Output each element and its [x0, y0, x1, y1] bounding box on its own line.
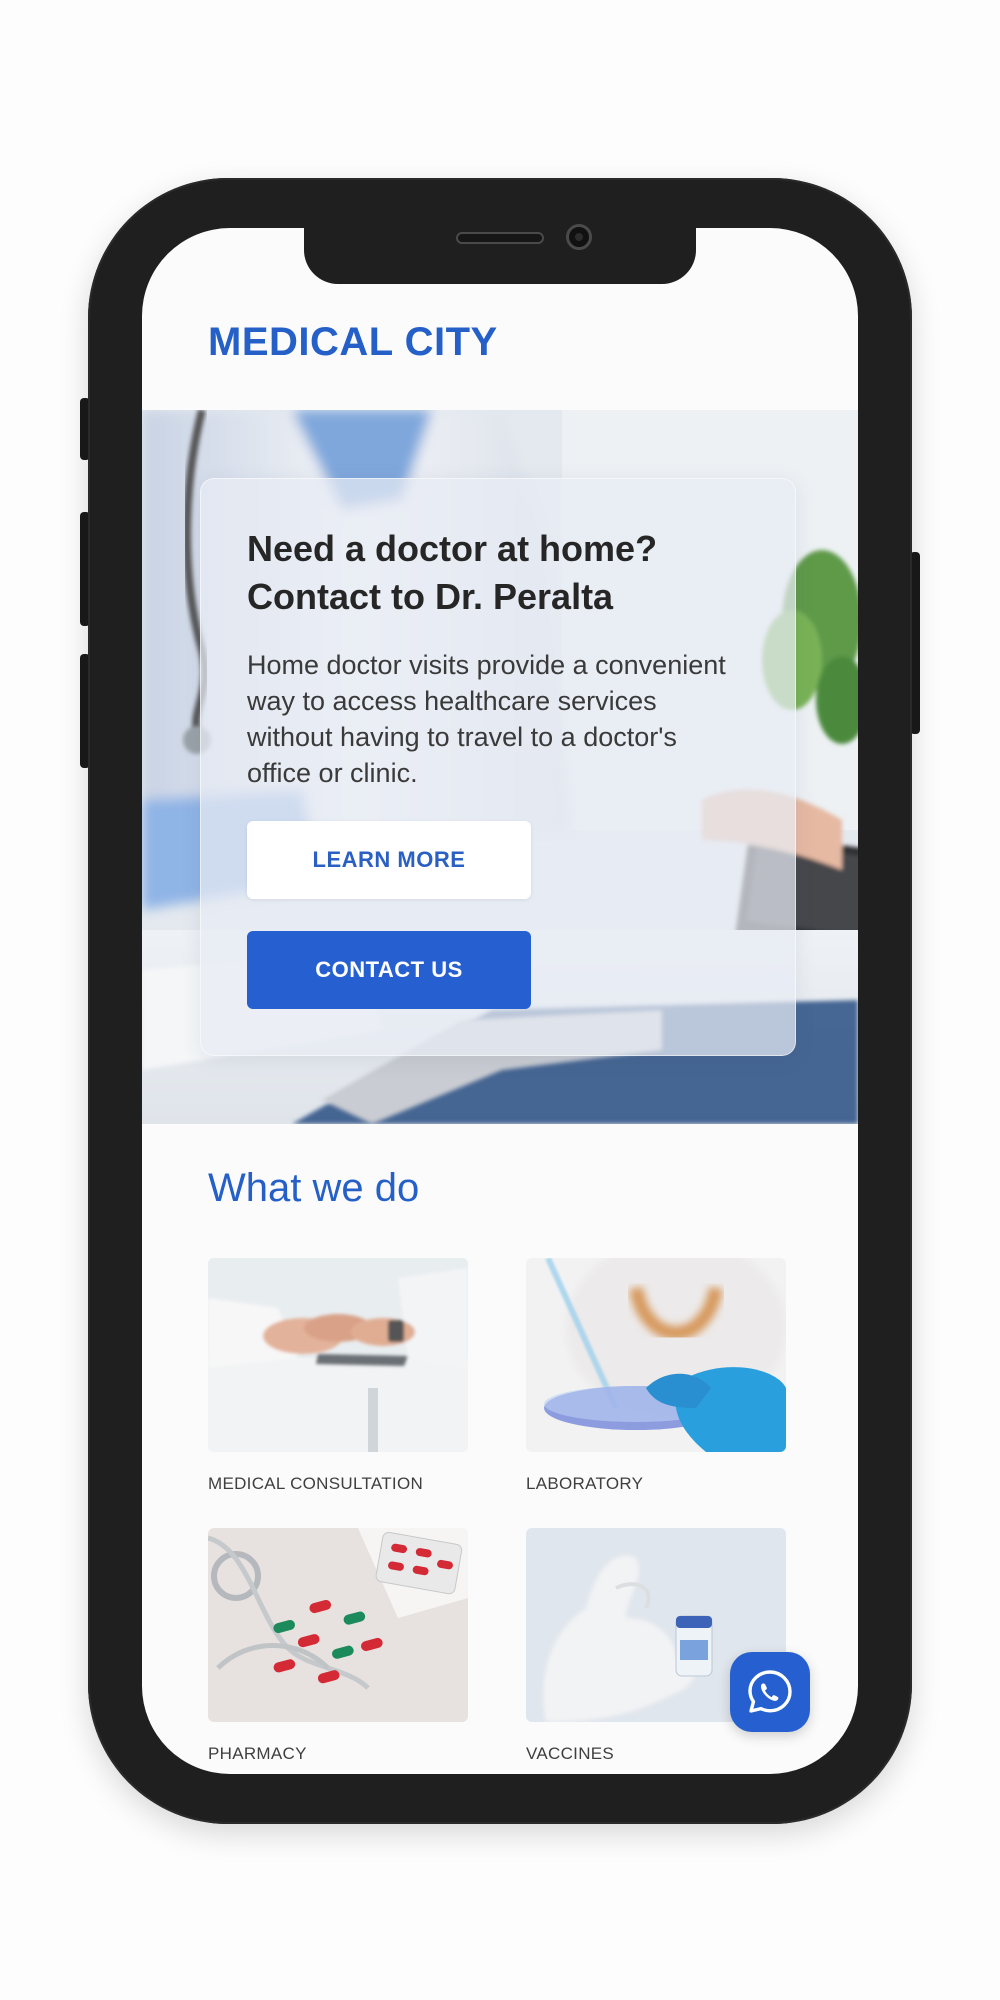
whatsapp-icon [748, 1670, 792, 1713]
service-card-laboratory[interactable]: LABORATORY [526, 1258, 786, 1494]
whatsapp-button[interactable] [730, 1652, 810, 1732]
brand-logo[interactable]: MEDICAL CITY [208, 320, 498, 365]
contact-us-button[interactable]: CONTACT US [247, 931, 531, 1009]
phone-screen: MEDICAL CITY Need a doctor at home? Cont… [142, 228, 858, 1774]
pharmacy-photo[interactable] [208, 1528, 468, 1722]
speaker-grille [456, 232, 544, 244]
service-label-vaccines: VACCINES [526, 1744, 615, 1763]
learn-more-button[interactable]: LEARN MORE [247, 821, 531, 899]
hero-description: Home doctor visits provide a convenient … [247, 650, 726, 788]
service-card-medical-consultation[interactable]: MEDICAL CONSULTATION [208, 1258, 468, 1494]
service-label-laboratory: LABORATORY [526, 1474, 644, 1493]
services-title: What we do [208, 1166, 420, 1210]
phone-notch [304, 224, 696, 284]
laboratory-photo[interactable] [526, 1258, 786, 1452]
hero-title-line1: Need a doctor at home? [247, 528, 658, 569]
hero-section: Need a doctor at home? Contact to Dr. Pe… [142, 410, 858, 1124]
consultation-photo[interactable] [208, 1258, 468, 1452]
hero-title: Need a doctor at home? Contact to Dr. Pe… [247, 525, 767, 621]
front-camera-icon [566, 224, 592, 250]
service-label-pharmacy: PHARMACY [208, 1744, 307, 1763]
hero-card: Need a doctor at home? Contact to Dr. Pe… [200, 478, 796, 1056]
hero-title-line2: Contact to Dr. Peralta [247, 576, 614, 617]
service-card-pharmacy[interactable]: PHARMACY [208, 1528, 468, 1764]
service-label-medical-consultation: MEDICAL CONSULTATION [208, 1474, 424, 1493]
